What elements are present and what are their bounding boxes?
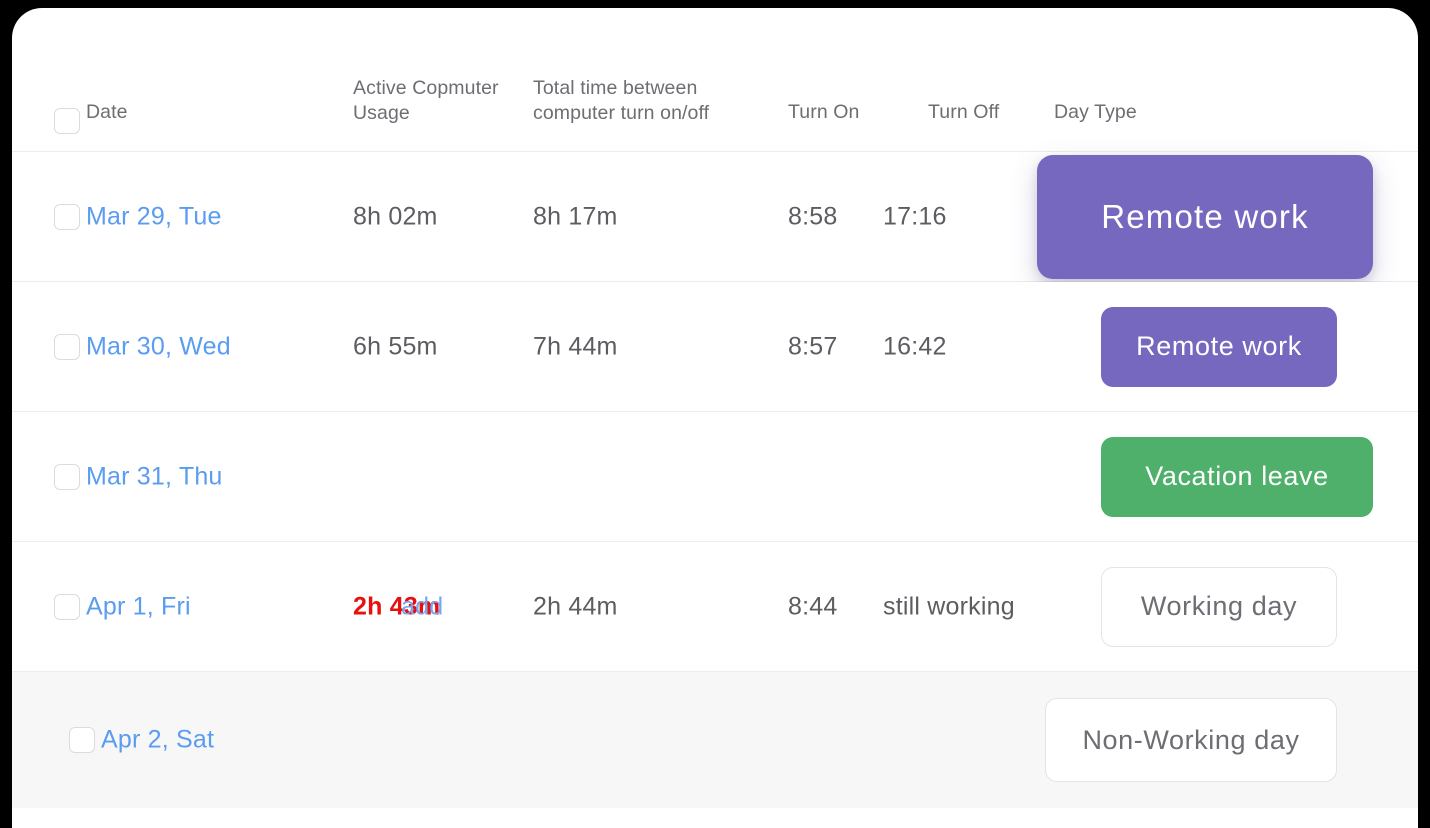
day-type-badge-remote-work[interactable]: Remote work <box>1037 155 1373 279</box>
row-turn-on: 8:44 <box>788 592 837 621</box>
row-checkbox[interactable] <box>54 594 80 620</box>
row-checkbox[interactable] <box>69 727 95 753</box>
row-date-link[interactable]: Mar 30, Wed <box>86 332 231 361</box>
table-row: Mar 30, Wed 6h 55m 7h 44m 8:57 16:42 Rem… <box>12 282 1418 412</box>
column-header-turn-on: Turn On <box>788 100 860 125</box>
row-checkbox[interactable] <box>54 204 80 230</box>
day-type-badge-working-day[interactable]: Working day <box>1101 567 1337 647</box>
row-turn-off-status: still working <box>883 592 1015 621</box>
row-active-usage: 8h 02m <box>353 202 438 231</box>
row-active-usage: 6h 55m <box>353 332 438 361</box>
table-row: Mar 29, Tue 8h 02m 8h 17m 8:58 17:16 Rem… <box>12 152 1418 282</box>
day-type-badge-vacation-leave[interactable]: Vacation leave <box>1101 437 1373 517</box>
timesheet-table: Date Active Copmuter Usage Total time be… <box>12 8 1418 808</box>
row-date-link[interactable]: Apr 2, Sat <box>101 726 214 755</box>
row-turn-off: 16:42 <box>883 332 947 361</box>
table-row-nonworking: Apr 2, Sat Non-Working day <box>12 672 1418 808</box>
timesheet-card: Date Active Copmuter Usage Total time be… <box>12 8 1418 828</box>
row-date-link[interactable]: Mar 29, Tue <box>86 202 222 231</box>
screen-background: Date Active Copmuter Usage Total time be… <box>0 0 1430 828</box>
add-time-link[interactable]: add <box>401 592 443 621</box>
select-all-checkbox[interactable] <box>54 108 80 134</box>
row-turn-off: 17:16 <box>883 202 947 231</box>
column-header-turn-off: Turn Off <box>928 100 999 125</box>
row-total-time: 7h 44m <box>533 332 618 361</box>
row-checkbox[interactable] <box>54 464 80 490</box>
table-header-row: Date Active Copmuter Usage Total time be… <box>12 8 1418 152</box>
row-date-link[interactable]: Mar 31, Thu <box>86 462 223 491</box>
day-type-badge-non-working-day[interactable]: Non-Working day <box>1045 698 1337 782</box>
day-type-badge-remote-work[interactable]: Remote work <box>1101 307 1337 387</box>
column-header-active-usage: Active Copmuter Usage <box>353 76 543 126</box>
row-turn-on: 8:57 <box>788 332 837 361</box>
row-total-time: 8h 17m <box>533 202 618 231</box>
column-header-total-time: Total time between computer turn on/off <box>533 76 753 126</box>
table-row: Apr 1, Fri 2h 43m add 2h 44m 8:44 still … <box>12 542 1418 672</box>
row-total-time: 2h 44m <box>533 592 618 621</box>
column-header-date: Date <box>86 100 128 125</box>
row-checkbox[interactable] <box>54 334 80 360</box>
table-row: Mar 31, Thu Vacation leave <box>12 412 1418 542</box>
row-date-link[interactable]: Apr 1, Fri <box>86 592 191 621</box>
column-header-day-type: Day Type <box>1054 100 1137 125</box>
row-turn-on: 8:58 <box>788 202 837 231</box>
